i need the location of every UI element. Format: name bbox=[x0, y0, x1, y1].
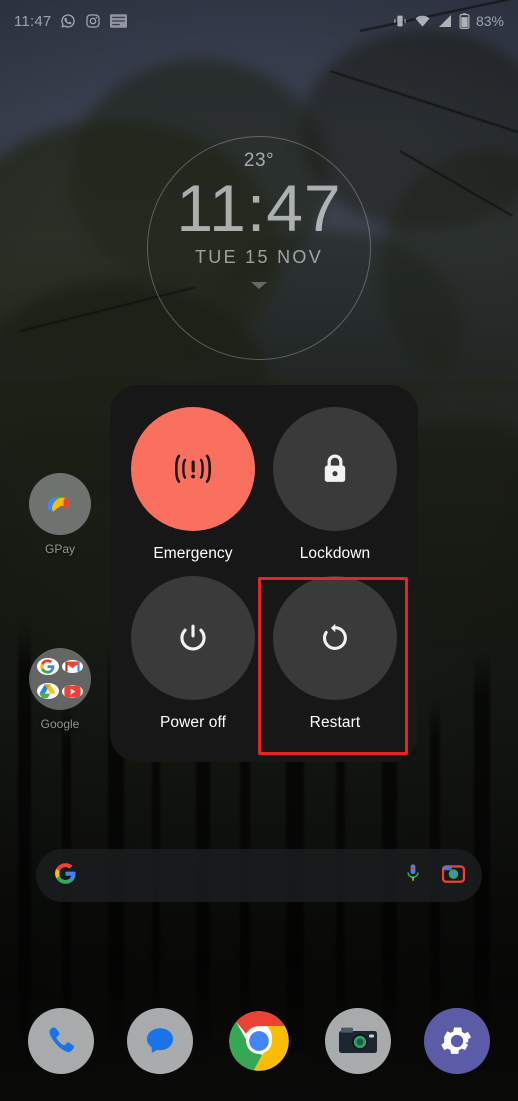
wifi-icon bbox=[415, 15, 430, 27]
restart-button[interactable] bbox=[273, 575, 397, 700]
status-bar-left: 11:47 bbox=[14, 12, 128, 30]
gmail-mini-icon bbox=[61, 660, 83, 674]
emergency-broadcast-icon bbox=[175, 454, 211, 483]
signal-icon bbox=[438, 15, 451, 27]
app-label: Google bbox=[40, 717, 80, 731]
power-icon bbox=[180, 624, 206, 650]
app-icon-gpay[interactable]: GPay bbox=[12, 473, 108, 556]
power-menu-item-power-off[interactable]: Power off bbox=[122, 575, 264, 745]
instagram-icon bbox=[86, 14, 101, 28]
dock-item-camera[interactable] bbox=[324, 1008, 391, 1074]
status-bar-clock: 11:47 bbox=[14, 12, 52, 30]
google-search-mini-icon bbox=[37, 658, 59, 676]
google-search-bar[interactable] bbox=[36, 849, 482, 902]
chevron-down-icon[interactable] bbox=[251, 281, 267, 289]
google-lens-icon[interactable] bbox=[441, 863, 466, 889]
gear-icon bbox=[440, 1027, 471, 1054]
power-menu-item-lockdown[interactable]: Lockdown bbox=[264, 407, 406, 576]
messages-icon bbox=[147, 1028, 174, 1054]
gpay-icon bbox=[29, 473, 91, 535]
status-bar: 11:47 83% bbox=[0, 0, 518, 42]
power-menu-item-emergency[interactable]: Emergency bbox=[122, 407, 264, 576]
app-folder-google[interactable]: Google bbox=[12, 648, 108, 731]
emergency-button[interactable] bbox=[131, 407, 255, 531]
power-menu-label: Restart bbox=[309, 713, 361, 731]
dock bbox=[0, 993, 518, 1089]
power-menu-item-restart[interactable]: Restart bbox=[264, 575, 406, 745]
battery-percent: 83% bbox=[475, 13, 504, 29]
lockdown-button[interactable] bbox=[273, 407, 397, 531]
power-off-button[interactable] bbox=[131, 575, 255, 700]
google-g-icon[interactable] bbox=[53, 861, 78, 891]
power-menu-label: Emergency bbox=[153, 545, 233, 562]
restart-icon bbox=[323, 623, 347, 650]
google-drive-mini-icon bbox=[37, 683, 59, 700]
chrome-icon bbox=[229, 1011, 289, 1071]
dock-item-messages[interactable] bbox=[127, 1008, 194, 1074]
google-folder-icon bbox=[29, 648, 91, 710]
dock-item-chrome[interactable] bbox=[226, 1008, 292, 1074]
vibrate-icon bbox=[394, 15, 406, 27]
microphone-icon[interactable] bbox=[402, 862, 424, 889]
weather-temperature[interactable]: 23° bbox=[0, 150, 518, 172]
lock-icon bbox=[324, 454, 346, 482]
power-menu-label: Lockdown bbox=[299, 545, 371, 562]
power-menu-label: Power off bbox=[159, 713, 227, 731]
dock-item-settings[interactable] bbox=[423, 1008, 490, 1074]
phone-icon bbox=[49, 1026, 75, 1053]
dock-item-phone[interactable] bbox=[28, 1008, 95, 1074]
clock-widget[interactable]: 23° 11:47 TUE 15 NOV bbox=[0, 136, 518, 360]
whatsapp-icon bbox=[61, 14, 76, 28]
status-bar-right: 83% bbox=[392, 13, 504, 29]
battery-icon bbox=[459, 13, 470, 29]
youtube-mini-icon bbox=[61, 684, 83, 698]
power-menu-dialog: Emergency Lockdown Power off Restart bbox=[110, 385, 418, 762]
clock-time[interactable]: 11:47 bbox=[0, 173, 518, 244]
app-label: GPay bbox=[44, 542, 75, 556]
list-notification-icon bbox=[110, 14, 128, 28]
phone-screen: 11:47 83% 23° 11:47 TUE 15 NOV GPay Goog… bbox=[0, 0, 518, 1101]
clock-date[interactable]: TUE 15 NOV bbox=[0, 247, 518, 268]
camera-icon bbox=[338, 1027, 377, 1053]
